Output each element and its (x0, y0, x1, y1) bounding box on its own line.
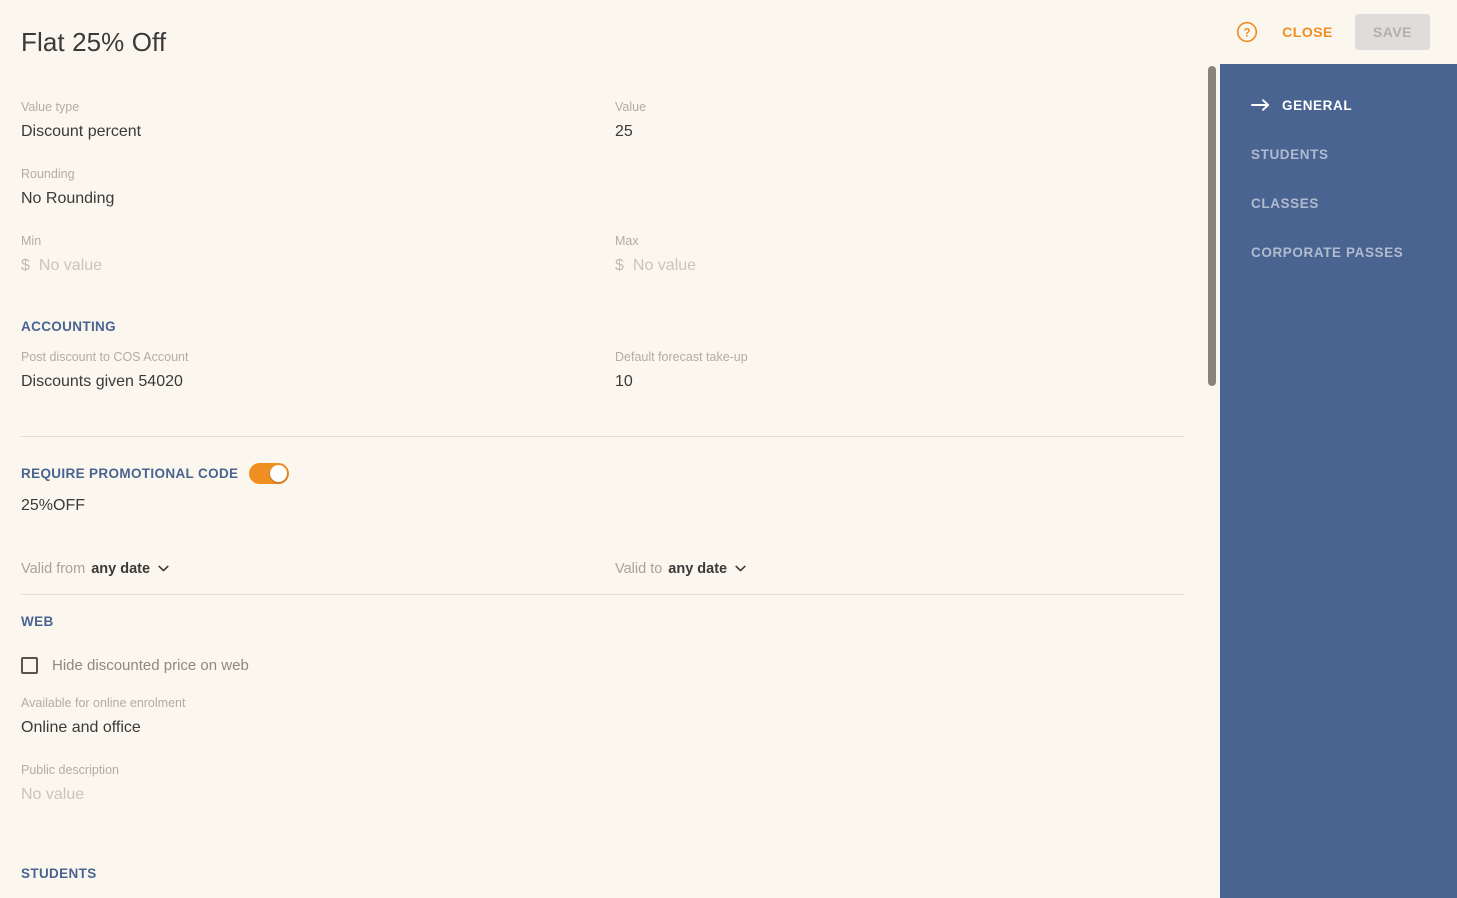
row-promo-code: 25%OFF (21, 495, 1206, 517)
field-min-value: $ No value (21, 255, 615, 277)
currency-symbol-min: $ (21, 257, 30, 274)
field-cos-account[interactable]: Post discount to COS Account Discounts g… (21, 349, 615, 393)
field-public-description[interactable]: Public description No value (21, 762, 615, 806)
field-online-enrolment[interactable]: Available for online enrolment Online an… (21, 695, 615, 739)
sidebar-item-students[interactable]: STUDENTS (1220, 141, 1457, 167)
sidebar-item-corporate-passes-label: CORPORATE PASSES (1251, 244, 1404, 260)
field-cos-account-value: Discounts given 54020 (21, 373, 183, 390)
sidebar-item-classes-label: CLASSES (1251, 195, 1319, 211)
currency-symbol-max: $ (615, 257, 624, 274)
students-section-heading: STUDENTS (21, 866, 97, 881)
chevron-down-icon (158, 563, 169, 574)
hide-price-group[interactable]: Hide discounted price on web (21, 657, 249, 674)
save-button[interactable]: SAVE (1354, 14, 1430, 50)
require-promo-code-toggle[interactable] (249, 463, 290, 484)
field-min[interactable]: Min $ No value (21, 233, 615, 277)
divider-accounting (21, 436, 1185, 437)
chevron-down-icon (735, 563, 746, 574)
spacer-cell (615, 166, 1209, 210)
main-content-panel: Flat 25% Off Value type Discount percent… (0, 0, 1220, 898)
sidebar-item-corporate-passes[interactable]: CORPORATE PASSES (1220, 239, 1457, 265)
hide-discounted-price-checkbox[interactable] (21, 657, 38, 674)
field-forecast-takeup[interactable]: Default forecast take-up 10 (615, 349, 1209, 393)
row-accounting-fields: Post discount to COS Account Discounts g… (21, 349, 1206, 393)
sidebar-item-classes-wrap: CLASSES (1220, 190, 1457, 216)
field-max-label: Max (615, 234, 639, 248)
field-max-placeholder: No value (632, 257, 697, 274)
field-max[interactable]: Max $ No value (615, 233, 1209, 277)
field-public-description-value: No value (21, 786, 85, 803)
field-rounding-value: No Rounding (21, 190, 115, 207)
row-min-max: Min $ No value Max $ No value (21, 233, 1206, 277)
section-nav-sidebar: GENERAL STUDENTS CLASSES CORPORATE PASSE… (1220, 64, 1457, 898)
row-hide-price: Hide discounted price on web (21, 657, 1206, 674)
field-public-description-label: Public description (21, 763, 119, 777)
sidebar-item-general[interactable]: GENERAL (1220, 92, 1457, 118)
sidebar-item-corporate-passes-wrap: CORPORATE PASSES (1220, 239, 1457, 265)
field-rounding[interactable]: Rounding No Rounding (21, 166, 615, 210)
row-public-description: Public description No value (21, 762, 1206, 806)
sidebar-item-students-label: STUDENTS (1251, 146, 1329, 162)
toggle-knob (270, 465, 288, 482)
field-promo-code[interactable]: 25%OFF (21, 495, 615, 517)
hide-discounted-price-label: Hide discounted price on web (52, 657, 249, 674)
discount-editor-window: Flat 25% Off Value type Discount percent… (0, 0, 1457, 898)
field-value-label: Value (615, 100, 647, 114)
accounting-heading: ACCOUNTING (21, 319, 116, 334)
row-rounding: Rounding No Rounding (21, 166, 1206, 210)
sidebar-item-classes[interactable]: CLASSES (1220, 190, 1457, 216)
web-heading: WEB (21, 614, 54, 629)
valid-from-cell: Valid from any date (21, 560, 615, 578)
valid-to-label: Valid to (615, 561, 663, 577)
field-cos-account-label: Post discount to COS Account (21, 350, 189, 364)
field-value-type-value: Discount percent (21, 123, 142, 140)
valid-from-value: any date (91, 561, 151, 577)
field-value-value: 25 (615, 123, 633, 140)
field-rounding-label: Rounding (21, 167, 75, 181)
field-promo-code-value: 25%OFF (21, 497, 86, 514)
help-circle-icon[interactable]: ? (1236, 21, 1258, 43)
valid-to-select[interactable]: Valid to any date (615, 561, 746, 577)
row-validity: Valid from any date Valid to any date (21, 560, 1206, 578)
promo-heading-row: REQUIRE PROMOTIONAL CODE (21, 463, 1206, 484)
close-button[interactable]: CLOSE (1276, 16, 1339, 48)
content-scrollbar-thumb[interactable] (1208, 66, 1216, 386)
students-heading-row: STUDENTS (21, 866, 1206, 881)
window-actions-bar: ? CLOSE SAVE (1197, 0, 1457, 64)
field-min-placeholder: No value (38, 257, 103, 274)
row-online-enrolment: Available for online enrolment Online an… (21, 695, 1206, 739)
field-online-enrolment-label: Available for online enrolment (21, 696, 186, 710)
field-value-type[interactable]: Value type Discount percent (21, 99, 615, 143)
arrow-right-icon (1251, 98, 1271, 112)
accounting-heading-row: ACCOUNTING (21, 319, 1206, 334)
require-promo-code-heading: REQUIRE PROMOTIONAL CODE (21, 466, 239, 481)
web-heading-row: WEB (21, 614, 1206, 629)
field-value[interactable]: Value 25 (615, 99, 1209, 143)
field-online-enrolment-value: Online and office (21, 719, 141, 736)
sidebar-item-general-label: GENERAL (1282, 97, 1353, 113)
field-forecast-takeup-value: 10 (615, 373, 633, 390)
field-value-type-label: Value type (21, 100, 80, 114)
valid-to-value: any date (668, 561, 728, 577)
field-min-label: Min (21, 234, 42, 248)
valid-to-cell: Valid to any date (615, 560, 1209, 578)
svg-text:?: ? (1244, 27, 1251, 39)
sidebar-item-students-wrap: STUDENTS (1220, 141, 1457, 167)
row-value-type: Value type Discount percent Value 25 (21, 99, 1206, 143)
page-title: Flat 25% Off (21, 27, 167, 57)
field-max-value: $ No value (615, 255, 1209, 277)
valid-from-select[interactable]: Valid from any date (21, 561, 169, 577)
require-promo-code-group: REQUIRE PROMOTIONAL CODE (21, 463, 290, 484)
valid-from-label: Valid from (21, 561, 86, 577)
divider-web (21, 594, 1185, 595)
field-forecast-takeup-label: Default forecast take-up (615, 350, 748, 364)
sidebar-item-general-wrap: GENERAL (1220, 92, 1457, 118)
